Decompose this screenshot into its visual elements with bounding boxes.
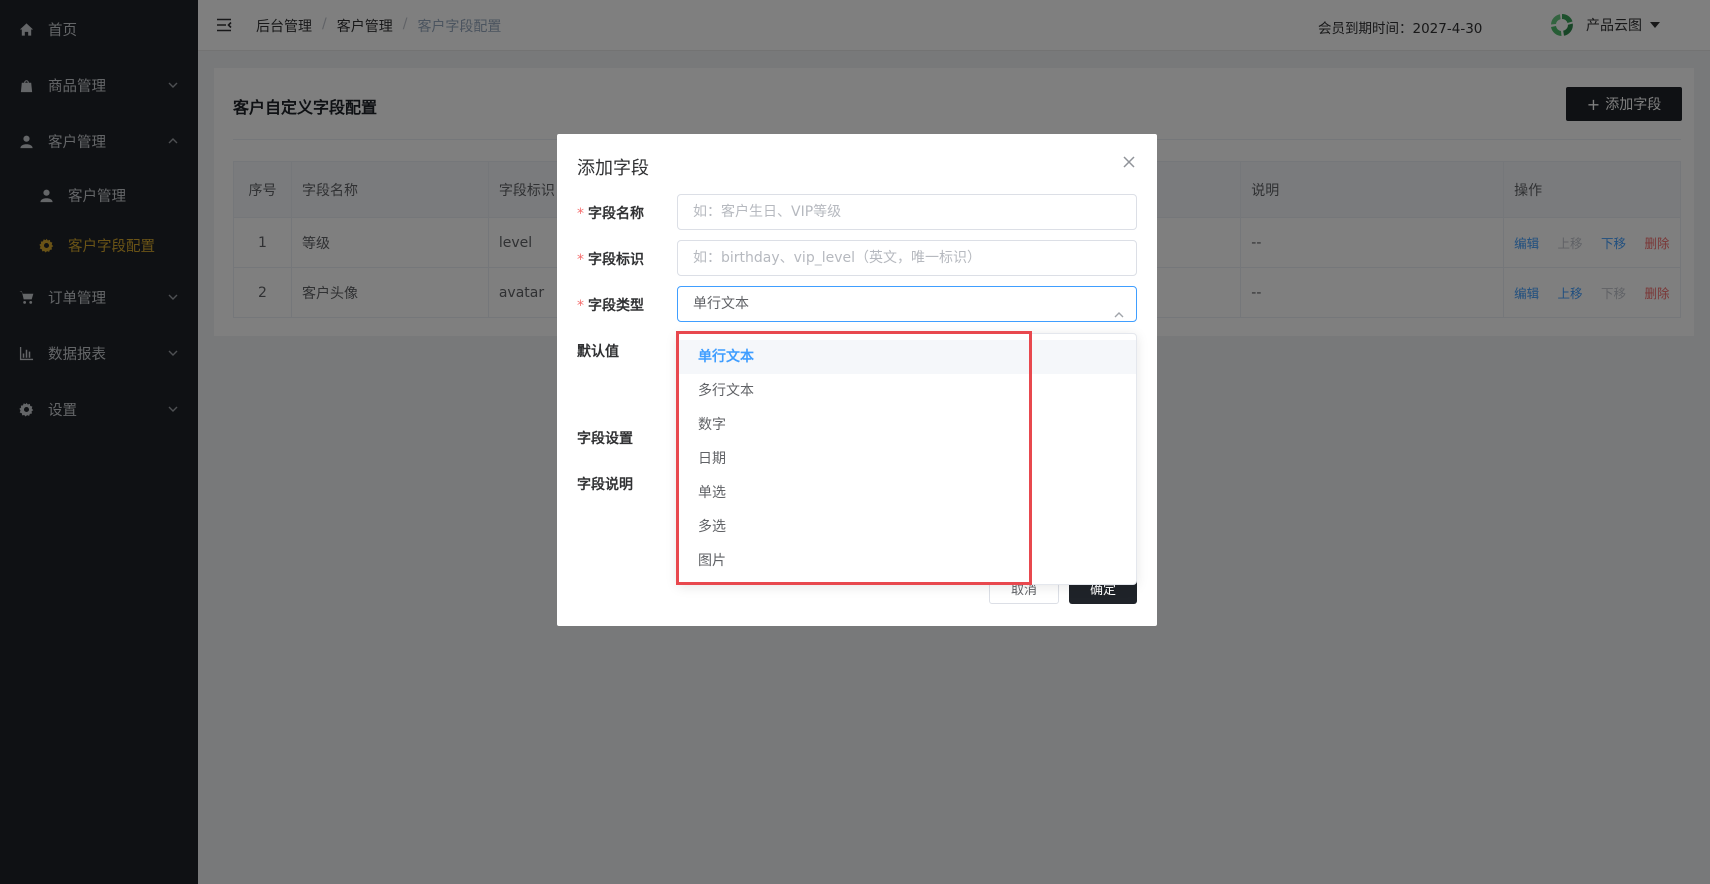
dropdown-option-multi-choice[interactable]: 多选 — [678, 510, 1136, 544]
input-placeholder: 如：birthday、vip_level（英文，唯一标识） — [693, 250, 981, 266]
dialog-title: 添加字段 — [577, 158, 649, 179]
required-mark: * — [577, 252, 584, 268]
field-type-label: * 字段类型 — [577, 295, 644, 315]
close-icon[interactable] — [1123, 156, 1137, 170]
required-mark: * — [577, 206, 584, 222]
field-name-label: * 字段名称 — [577, 203, 644, 223]
field-desc-label: 字段说明 — [577, 477, 633, 493]
dropdown-option-date[interactable]: 日期 — [678, 442, 1136, 476]
default-value-label: 默认值 — [577, 344, 619, 360]
dropdown-option-multi-line[interactable]: 多行文本 — [678, 374, 1136, 408]
field-key-label: * 字段标识 — [577, 249, 644, 269]
dropdown-option-single-choice[interactable]: 单选 — [678, 476, 1136, 510]
label-text: 字段标识 — [588, 252, 644, 268]
chevron-up-icon — [1114, 299, 1124, 318]
select-value: 单行文本 — [693, 296, 749, 312]
dropdown-option-single-line[interactable]: 单行文本 — [678, 340, 1136, 374]
dropdown-option-image[interactable]: 图片 — [678, 544, 1136, 578]
field-settings-label: 字段设置 — [577, 431, 633, 447]
required-mark: * — [577, 298, 584, 314]
field-type-dropdown: 单行文本 多行文本 数字 日期 单选 多选 图片 — [677, 333, 1137, 585]
field-name-input[interactable]: 如：客户生日、VIP等级 — [677, 194, 1137, 230]
field-type-select[interactable]: 单行文本 — [677, 286, 1137, 322]
field-key-input[interactable]: 如：birthday、vip_level（英文，唯一标识） — [677, 240, 1137, 276]
dropdown-option-number[interactable]: 数字 — [678, 408, 1136, 442]
label-text: 字段名称 — [588, 206, 644, 222]
input-placeholder: 如：客户生日、VIP等级 — [693, 204, 842, 220]
label-text: 字段类型 — [588, 298, 644, 314]
